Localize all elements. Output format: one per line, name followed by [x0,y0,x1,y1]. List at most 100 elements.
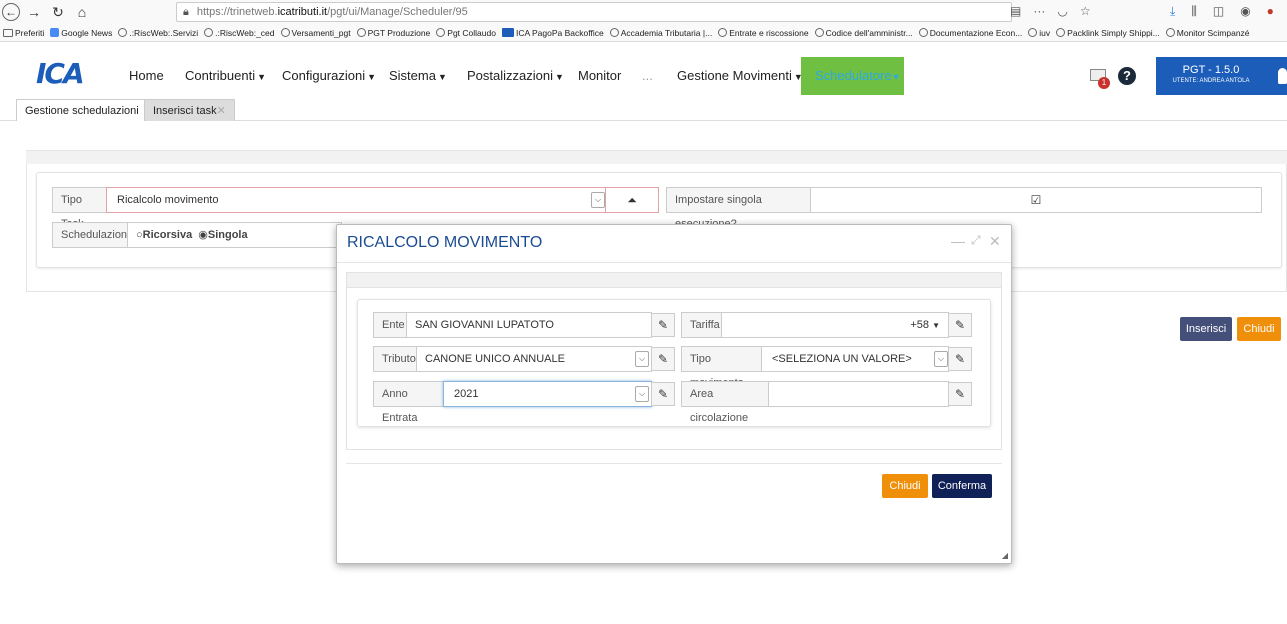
pencil-icon[interactable]: ✎ [651,347,675,371]
pencil-icon[interactable]: ✎ [948,313,972,337]
url-bar[interactable]: 🔒︎ https://trinetweb. icatributi.it/pgt/u… [176,2,1012,22]
sidebar-icon[interactable]: ◫ [1213,4,1224,19]
tipo-movimento-select[interactable]: <SELEZIONA UN VALORE> [761,346,949,372]
close-icon[interactable]: ✕ [989,233,1001,250]
pencil-icon[interactable]: ✎ [651,313,675,337]
singola-esecuzione-checkbox[interactable]: ☑ [810,187,1262,213]
menu-more[interactable]: ... [642,57,653,95]
menu-sistema[interactable]: Sistema ▼ [389,57,447,95]
chiudi-button[interactable]: Chiudi [1237,317,1281,341]
home-icon[interactable]: ⌂ [72,2,92,22]
shield-icon[interactable]: ● [1267,4,1274,19]
bookmark-label: Entrate e riscossione [729,27,809,38]
tributo-label: Tributo [373,346,417,372]
menu-configurazioni[interactable]: Configurazioni ▼ [282,57,376,95]
bookmark-item[interactable]: Monitor Scimpanzé [1165,28,1250,38]
menu-home[interactable]: Home [129,57,164,95]
bookmark-item[interactable]: Documentazione Econ... [918,28,1022,38]
download-icon[interactable]: ⤓ [1170,4,1175,19]
help-icon[interactable]: ? [1118,67,1136,85]
bookmark-item[interactable]: ICA PagoPa Backoffice [501,28,604,38]
chevron-down-icon: ▼ [437,72,447,82]
menu-contribuenti[interactable]: Contribuenti ▼ [185,57,266,95]
library-icon[interactable]: ⫼ [1191,4,1197,19]
pocket-icon[interactable]: ◡ [1057,4,1067,18]
anno-entrata-select[interactable]: 2021 [443,381,652,407]
tipo-task-select[interactable]: Ricalcolo movimento [106,187,606,213]
globe-icon [1028,28,1038,37]
modal-panel-header [346,272,1002,288]
area-circolazione-label: Area circolazione [681,381,769,424]
bookmark-item[interactable]: Packlink Simply Shippi... [1056,28,1160,38]
tab-label: Gestione schedulazioni [25,105,139,117]
bookmark-item[interactable]: PGT Produzione [356,28,430,38]
pencil-icon[interactable]: ✎ [948,347,972,371]
modal-chiudi-button[interactable]: Chiudi [882,474,928,498]
close-icon[interactable]: ✕ [217,105,226,117]
bookmark-item[interactable]: iuv [1028,28,1050,38]
notifications-button[interactable]: 1 [1090,67,1112,89]
bookmark-label: Packlink Simply Shippi... [1067,27,1160,38]
modal-conferma-button[interactable]: Conferma [932,474,992,498]
tab-gestione-schedulazioni[interactable]: Gestione schedulazioni [16,99,148,121]
ica-logo[interactable]: ICA [36,60,92,88]
menu-schedulatore[interactable]: Schedulatore▼ [801,57,904,95]
resize-grip-icon[interactable]: ◢ [1002,551,1008,560]
reader-icon[interactable]: ▤ [1010,4,1021,18]
tributo-select[interactable]: CANONE UNICO ANNUALE [416,346,652,372]
version-box: PGT - 1.5.0 UTENTE: ANDREA ANTOLA [1156,57,1266,95]
back-icon[interactable]: ← [2,3,20,21]
tipo-movimento-label: Tipo movimento [681,346,762,389]
google-news-icon [50,28,60,37]
radio-ricorsiva-label[interactable]: Ricorsiva [143,229,193,241]
globe-icon [718,28,728,37]
minimize-icon[interactable]: — [951,233,965,249]
menu-label: Postalizzazioni [467,68,553,83]
bookmark-item[interactable]: Codice dell'amministr... [814,28,913,38]
account-icon[interactable]: ◉ [1240,4,1250,19]
maximize-icon[interactable]: ⤢ [971,233,981,248]
menu-label: Schedulatore [815,68,892,83]
panel-header [26,150,1287,164]
ente-field[interactable]: SAN GIOVANNI LUPATOTO [406,312,652,338]
menu-postalizzazioni[interactable]: Postalizzazioni ▼ [467,57,564,95]
reload-icon[interactable]: ↻ [48,2,68,22]
radio-singola-label[interactable]: Singola [208,229,248,241]
bookmark-item[interactable]: Entrate e riscossione [718,27,809,38]
pencil-icon[interactable]: ✎ [948,382,972,406]
radio-ricorsiva-icon[interactable]: ○ [136,229,143,241]
upload-icon[interactable]: ⏶ [605,187,659,213]
globe-icon [118,28,128,37]
bookmark-item[interactable]: Accademia Tributaria |... [609,28,712,38]
inserisci-button[interactable]: Inserisci [1180,317,1232,341]
anno-entrata-label: Anno Entrata [373,381,444,424]
menu-label: Configurazioni [282,68,366,83]
star-icon[interactable]: ☆ [1080,4,1091,18]
chevron-down-icon: ▼ [891,72,901,82]
bookmark-item[interactable]: Google News [50,28,112,38]
more-icon[interactable]: ··· [1033,4,1045,18]
chevron-down-icon[interactable]: ⌵ [934,351,948,367]
bookmark-item[interactable]: .:RiscWeb:.Servizi [118,28,198,38]
bookmark-item[interactable]: Versamenti_pgt [280,28,351,38]
chevron-down-icon[interactable]: ⌵ [635,386,649,402]
schedulazione-radio-group: ○Ricorsiva ◉Singola [127,222,342,248]
user-menu[interactable] [1266,57,1287,95]
schedulazione-label: Schedulazione [52,222,133,248]
chevron-down-icon[interactable]: ⌵ [591,192,605,208]
bookmark-item[interactable]: Pgt Collaudo [436,28,496,38]
menu-label: Contribuenti [185,68,256,83]
radio-singola-icon[interactable]: ◉ [198,229,208,241]
url-path: /pgt/ui/Manage/Scheduler/95 [327,6,468,18]
area-circolazione-field[interactable] [768,381,949,407]
tariffa-label: Tariffa [681,312,722,338]
forward-icon[interactable]: → [24,2,44,22]
menu-monitor[interactable]: Monitor [578,57,621,95]
pencil-icon[interactable]: ✎ [651,382,675,406]
bookmark-item[interactable]: .:RiscWeb:_ced [204,28,275,38]
chevron-down-icon[interactable]: ⌵ [635,351,649,367]
tariffa-field[interactable]: +58 ▼ [721,312,949,338]
menu-gestione-movimenti[interactable]: Gestione Movimenti ▼ [677,57,803,95]
bookmark-item[interactable]: Preferiti [3,28,44,38]
tab-inserisci-task[interactable]: Inserisci task✕ [144,99,235,121]
